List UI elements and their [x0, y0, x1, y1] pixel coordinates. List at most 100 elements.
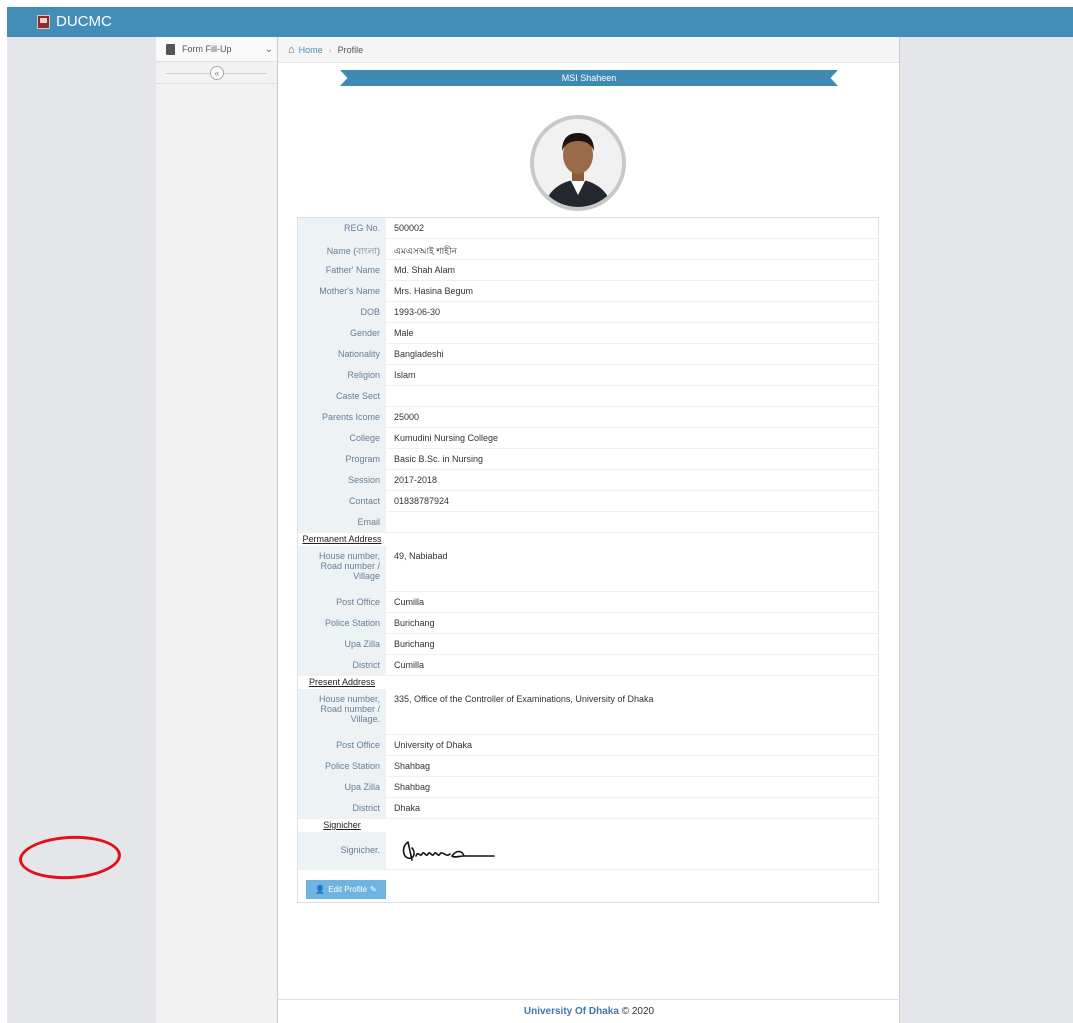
- field-value: Dhaka: [394, 803, 421, 813]
- field-value: Shahbag: [394, 782, 431, 792]
- signature-image: [386, 832, 878, 869]
- field-value: Mrs. Hasina Begum: [394, 286, 474, 296]
- profile-row: Police Station Shahbag: [298, 756, 878, 777]
- field-value: Male: [394, 328, 414, 338]
- profile-row: Parents Icome 25000: [298, 407, 878, 428]
- signature-label: Signicher.: [298, 832, 386, 869]
- app-logo-icon: [37, 14, 50, 29]
- profile-row: Police Station Burichang: [298, 613, 878, 634]
- breadcrumb-home-link[interactable]: Home: [299, 45, 323, 55]
- field-value: এমএসআই শাহীন: [394, 246, 457, 256]
- edit-profile-label: Edit Profile: [328, 885, 367, 894]
- field-value: Bangladeshi: [394, 349, 444, 359]
- permanent-address-heading: Permanent Address: [302, 534, 382, 544]
- field-label: Father' Name: [298, 260, 386, 280]
- profile-row: Name (বাংলা) এমএসআই শাহীন: [298, 239, 878, 260]
- field-label: Nationality: [298, 344, 386, 364]
- footer-university-link[interactable]: University Of Dhaka: [524, 1006, 619, 1017]
- main-content: ⌂ Home › Profile MSI Shaheen REG No. 5000…: [278, 37, 900, 1023]
- profile-row: House number, Road number / Village 49, N…: [298, 546, 878, 592]
- field-label: College: [298, 428, 386, 448]
- sidebar-collapse-icon[interactable]: «: [210, 66, 224, 80]
- field-value: [386, 386, 878, 406]
- field-label: Name (বাংলা): [298, 239, 386, 259]
- profile-row: Post Office University of Dhaka: [298, 735, 878, 756]
- field-value: University of Dhaka: [394, 740, 473, 750]
- field-value: Cumilla: [394, 660, 425, 670]
- present-address-heading: Present Address: [308, 677, 376, 687]
- field-value: Kumudini Nursing College: [394, 433, 499, 443]
- field-label: Upa Zilla: [298, 634, 386, 654]
- field-label: District: [298, 798, 386, 818]
- profile-row: Father' Name Md. Shah Alam: [298, 260, 878, 281]
- field-label: Post Office: [298, 735, 386, 755]
- signature-row: Signicher.: [298, 832, 878, 870]
- field-value: 01838787924: [394, 496, 450, 506]
- chevron-down-icon: ⌄: [264, 43, 274, 55]
- profile-row: Caste Sect: [298, 386, 878, 407]
- field-label: Religion: [298, 365, 386, 385]
- field-label: Gender: [298, 323, 386, 343]
- sidebar-collapse-row: «: [156, 62, 277, 84]
- brand[interactable]: DUCMC: [37, 13, 112, 30]
- profile-photo: [530, 115, 626, 211]
- field-value: 49, Nabiabad: [394, 551, 448, 561]
- edit-icon: ✎: [369, 885, 377, 894]
- field-value: 25000: [394, 412, 420, 422]
- profile-row: Religion Islam: [298, 365, 878, 386]
- breadcrumb-current: Profile: [337, 44, 364, 55]
- footer: University Of Dhaka © 2020: [278, 999, 900, 1023]
- field-value: Md. Shah Alam: [394, 265, 456, 275]
- field-value: Shahbag: [394, 761, 431, 771]
- field-value: Cumilla: [394, 597, 425, 607]
- profile-row: DOB 1993-06-30: [298, 302, 878, 323]
- field-label: Police Station: [298, 756, 386, 776]
- sidebar: Form Fill-Up ⌄ «: [156, 37, 278, 1023]
- field-value: Islam: [394, 370, 416, 380]
- field-value: Burichang: [394, 639, 435, 649]
- profile-name-banner: MSI Shaheen: [340, 70, 838, 86]
- field-value: 335, Office of the Controller of Examina…: [394, 694, 654, 704]
- edit-profile-button[interactable]: 👤 Edit Profile ✎: [306, 880, 386, 899]
- sidebar-item-form-fill-up[interactable]: Form Fill-Up ⌄: [156, 37, 277, 62]
- field-label: Program: [298, 449, 386, 469]
- field-label: Upa Zilla: [298, 777, 386, 797]
- signature-heading: Signicher: [323, 820, 361, 830]
- field-label: Post Office: [298, 592, 386, 612]
- basic-info-rows: REG No. 500002 Name (বাংলা) এমএসআই শাহীন Fat…: [298, 218, 878, 533]
- field-value: 500002: [394, 223, 425, 233]
- field-label: Email: [298, 512, 386, 532]
- present-address-rows: House number, Road number / Village. 335,…: [298, 689, 878, 819]
- profile-row: Session 2017-2018: [298, 470, 878, 491]
- profile-row: Upa Zilla Shahbag: [298, 777, 878, 798]
- profile-row: Nationality Bangladeshi: [298, 344, 878, 365]
- profile-row: District Cumilla: [298, 655, 878, 676]
- top-navbar: DUCMC: [7, 7, 1073, 37]
- user-icon: 👤: [315, 885, 326, 894]
- permanent-address-rows: House number, Road number / Village 49, N…: [298, 546, 878, 676]
- field-label: Session: [298, 470, 386, 490]
- field-label: Contact: [298, 491, 386, 511]
- field-value: Burichang: [394, 618, 435, 628]
- field-value: 2017-2018: [394, 475, 438, 485]
- field-label: REG No.: [298, 218, 386, 238]
- home-icon: ⌂: [288, 43, 295, 56]
- breadcrumb-separator: ›: [328, 44, 332, 55]
- book-icon: [166, 43, 175, 55]
- field-label: House number, Road number / Village: [298, 546, 386, 591]
- field-label: House number, Road number / Village.: [298, 689, 386, 734]
- brand-name: DUCMC: [56, 13, 112, 30]
- profile-row: Post Office Cumilla: [298, 592, 878, 613]
- field-label: Parents Icome: [298, 407, 386, 427]
- profile-row: Program Basic B.Sc. in Nursing: [298, 449, 878, 470]
- profile-row: Upa Zilla Burichang: [298, 634, 878, 655]
- field-value: 1993-06-30: [394, 307, 441, 317]
- field-value: Basic B.Sc. in Nursing: [394, 454, 484, 464]
- field-label: Mother's Name: [298, 281, 386, 301]
- field-label: DOB: [298, 302, 386, 322]
- profile-row: District Dhaka: [298, 798, 878, 819]
- breadcrumb: ⌂ Home › Profile: [278, 37, 899, 63]
- profile-info-table: REG No. 500002 Name (বাংলা) এমএসআই শাহীন Fat…: [297, 217, 879, 903]
- profile-row: REG No. 500002: [298, 218, 878, 239]
- field-value: [386, 512, 878, 532]
